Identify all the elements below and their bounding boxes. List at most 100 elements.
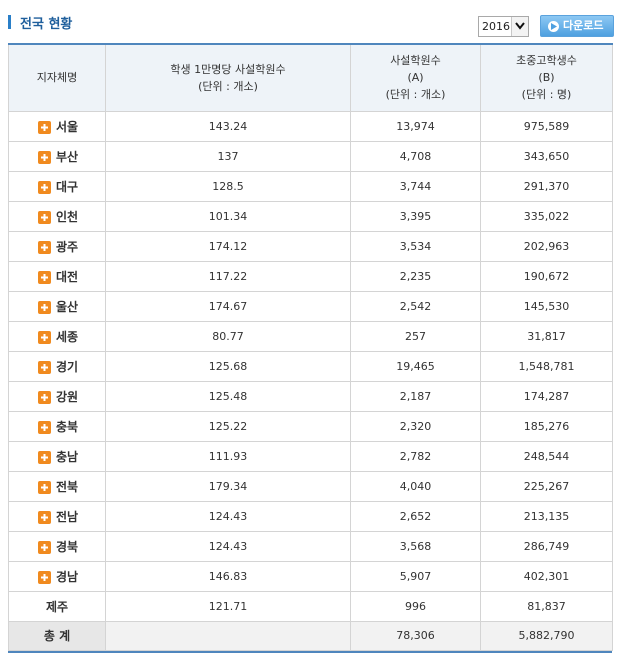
academies-cell: 3,568 [350,530,481,562]
region-name: 인천 [56,209,79,224]
region-name: 광주 [56,239,79,254]
plus-icon[interactable] [38,270,51,284]
header-per10k: 학생 1만명당 사설학원수 (단위 : 개소) [105,43,351,112]
table-row: 강원 125.48 2,187 174,287 [8,380,613,412]
per10k-cell: 128.5 [105,170,351,202]
plus-icon[interactable] [38,330,51,344]
academies-cell: 2,652 [350,500,481,532]
students-cell: 343,650 [480,140,613,172]
region-name: 서울 [56,119,79,134]
header-per10k-label: 학생 1만명당 사설학원수 [170,62,286,76]
download-button[interactable]: 다운로드 [540,15,614,37]
plus-icon[interactable] [38,120,51,134]
region-cell[interactable]: 경남 [8,560,106,592]
academies-cell: 996 [350,590,481,622]
per10k-cell: 80.77 [105,320,351,352]
per10k-cell: 111.93 [105,440,351,472]
region-name: 전남 [56,509,79,524]
per10k-cell: 124.43 [105,530,351,562]
academies-cell: 3,744 [350,170,481,202]
table-row: 인천 101.34 3,395 335,022 [8,200,613,232]
region-name: 강원 [56,389,79,404]
plus-icon[interactable] [38,180,51,194]
plus-icon[interactable] [38,240,51,254]
total-label: 총 계 [8,620,106,651]
students-cell: 31,817 [480,320,613,352]
plus-icon[interactable] [38,390,51,404]
table-row: 충남 111.93 2,782 248,544 [8,440,613,472]
title-marker [8,15,11,29]
region-name: 대구 [56,179,79,194]
region-cell[interactable]: 부산 [8,140,106,172]
region-name: 대전 [56,269,79,284]
year-select-value: 2016 [482,20,510,33]
plus-icon[interactable] [38,540,51,554]
academies-cell: 19,465 [350,350,481,382]
per10k-cell: 117.22 [105,260,351,292]
table-row: 대구 128.5 3,744 291,370 [8,170,613,202]
region-cell[interactable]: 충북 [8,410,106,442]
table-row: 대전 117.22 2,235 190,672 [8,260,613,292]
region-cell[interactable]: 충남 [8,440,106,472]
students-cell: 145,530 [480,290,613,322]
plus-icon[interactable] [38,210,51,224]
per10k-cell: 143.24 [105,110,351,142]
region-cell[interactable]: 광주 [8,230,106,262]
region-cell[interactable]: 세종 [8,320,106,352]
header-academies-code: (A) [407,71,424,85]
region-cell[interactable]: 경북 [8,530,106,562]
academies-cell: 3,534 [350,230,481,262]
region-cell[interactable]: 인천 [8,200,106,232]
region-name: 경기 [56,359,79,374]
region-name: 세종 [56,329,79,344]
academies-cell: 257 [350,320,481,352]
students-cell: 190,672 [480,260,613,292]
status-table: 지자체명 학생 1만명당 사설학원수 (단위 : 개소) 사설학원수 (A) (… [8,43,613,651]
plus-icon[interactable] [38,570,51,584]
region-cell[interactable]: 대전 [8,260,106,292]
region-name: 충남 [56,449,79,464]
academies-cell: 4,040 [350,470,481,502]
per10k-cell: 174.67 [105,290,351,322]
year-select[interactable]: 2016 [478,16,529,37]
region-cell[interactable]: 전북 [8,470,106,502]
academies-cell: 2,187 [350,380,481,412]
table-row: 경기 125.68 19,465 1,548,781 [8,350,613,382]
table-row: 전북 179.34 4,040 225,267 [8,470,613,502]
academies-cell: 13,974 [350,110,481,142]
region-cell[interactable]: 강원 [8,380,106,412]
students-cell: 1,548,781 [480,350,613,382]
region-cell[interactable]: 전남 [8,500,106,532]
academies-cell: 5,907 [350,560,481,592]
region-cell[interactable]: 서울 [8,110,106,142]
total-row: 총 계 78,306 5,882,790 [8,620,613,651]
plus-icon[interactable] [38,480,51,494]
region-cell[interactable]: 대구 [8,170,106,202]
region-cell[interactable]: 경기 [8,350,106,382]
plus-icon[interactable] [38,360,51,374]
chevron-down-icon[interactable] [511,17,528,36]
table-row: 경남 146.83 5,907 402,301 [8,560,613,592]
table-row: 울산 174.67 2,542 145,530 [8,290,613,322]
per10k-cell: 125.22 [105,410,351,442]
students-cell: 81,837 [480,590,613,622]
plus-icon[interactable] [38,420,51,434]
total-students: 5,882,790 [480,620,613,651]
region-name: 제주 [45,599,69,614]
plus-icon[interactable] [38,450,51,464]
plus-icon[interactable] [38,510,51,524]
region-name: 울산 [56,299,79,314]
region-cell[interactable]: 울산 [8,290,106,322]
plus-icon[interactable] [38,300,51,314]
table-row: 세종 80.77 257 31,817 [8,320,613,352]
header-academies-unit: (단위 : 개소) [385,88,446,102]
header-students: 초중고학생수 (B) (단위 : 명) [480,43,613,112]
plus-icon[interactable] [38,150,51,164]
header-academies: 사설학원수 (A) (단위 : 개소) [350,43,481,112]
academies-cell: 2,235 [350,260,481,292]
play-arrow-icon [548,21,559,32]
per10k-cell: 174.12 [105,230,351,262]
students-cell: 402,301 [480,560,613,592]
academies-cell: 2,320 [350,410,481,442]
download-label: 다운로드 [563,19,604,32]
